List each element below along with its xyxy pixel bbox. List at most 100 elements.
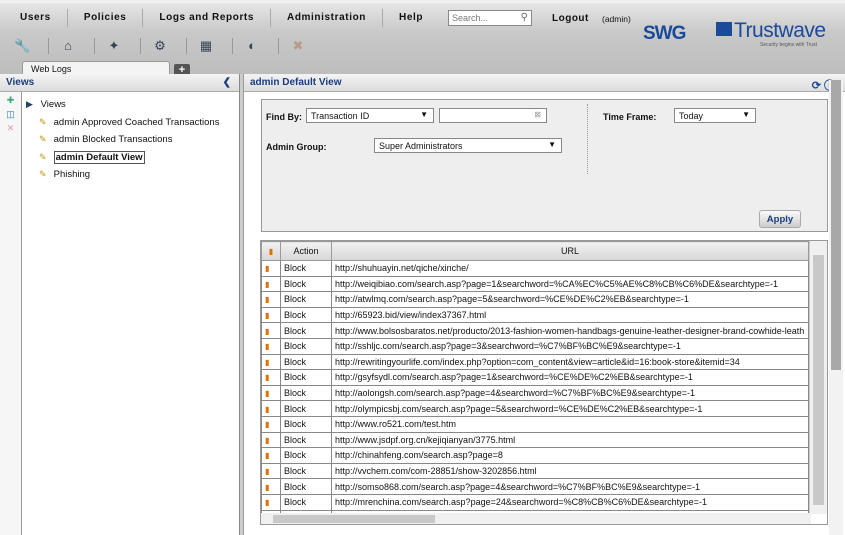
table-row[interactable]: ▮ Block http://chinahfeng.com/search.asp?p… bbox=[261, 447, 809, 464]
row-details-icon[interactable]: ▮ bbox=[261, 493, 281, 511]
admin-group-label: Admin Group: bbox=[266, 142, 327, 152]
find-value-input[interactable]: ⊠ bbox=[439, 108, 547, 123]
view-icon: ✎ bbox=[39, 116, 47, 127]
main-panel: admin Default View ⟳ ⓘ Find By: Transact… bbox=[244, 74, 845, 535]
table-row[interactable]: ▮ Block http://somso868.com/search.asp?pag… bbox=[261, 478, 809, 495]
table-row[interactable]: ▮ Block http://weiqibiao.com/search.asp?pa… bbox=[261, 275, 809, 293]
search-input[interactable]: Search... ⚲ bbox=[448, 10, 532, 26]
views-title: Views bbox=[6, 77, 35, 88]
action-cell: Block bbox=[280, 306, 332, 324]
admin-group-select[interactable]: Super Administrators ▼ bbox=[374, 138, 562, 153]
url-cell: http://olympicsbj.com/search.asp?page=5&… bbox=[331, 400, 809, 417]
gauge-icon[interactable]: ◐ bbox=[244, 38, 279, 54]
main-menu: Users Policies Logs and Reports Administ… bbox=[4, 8, 439, 28]
row-details-icon[interactable]: ▮ bbox=[261, 415, 281, 433]
home-icon[interactable]: ⌂ bbox=[60, 38, 95, 54]
row-details-icon[interactable]: ▮ bbox=[261, 291, 281, 308]
table-vertical-scrollbar[interactable] bbox=[809, 241, 827, 514]
time-frame-label: Time Frame: bbox=[603, 112, 657, 122]
tree-root[interactable]: ▶ Views bbox=[26, 96, 219, 114]
row-details-icon[interactable]: ▮ bbox=[261, 447, 281, 464]
menu-logs-and-reports[interactable]: Logs and Reports bbox=[143, 9, 272, 27]
time-frame-select[interactable]: Today ▼ bbox=[674, 108, 756, 123]
row-details-icon[interactable]: ▮ bbox=[261, 400, 281, 417]
table-horizontal-scrollbar[interactable] bbox=[261, 513, 811, 524]
view-item-selected[interactable]: ✎ admin Default View bbox=[26, 149, 219, 167]
refresh-icon[interactable]: ⟳ bbox=[812, 80, 821, 92]
clear-icon[interactable]: ⊠ bbox=[534, 110, 541, 119]
row-details-icon[interactable]: ▮ bbox=[261, 384, 281, 402]
view-icon: ✎ bbox=[39, 151, 47, 162]
table-row[interactable]: ▮ Block http://aolongsh.com/search.asp?pag… bbox=[261, 384, 809, 402]
table-row[interactable]: ▮ Block http://www.jsdpf.org.cn/kejiqianya… bbox=[261, 431, 809, 449]
table-row[interactable]: ▮ Block http://gsyfsydl.com/search.asp?pag… bbox=[261, 369, 809, 386]
row-details-icon[interactable]: ▮ bbox=[261, 306, 281, 324]
table-row[interactable]: ▮ Block http://shuhuayin.net/qiche/xinche/ bbox=[261, 260, 809, 277]
url-cell: http://shuhuayin.net/qiche/xinche/ bbox=[331, 260, 809, 277]
url-cell: http://weiqibiao.com/search.asp?page=1&s… bbox=[331, 275, 809, 293]
action-cell: Block bbox=[280, 493, 332, 511]
wrench-icon[interactable]: 🔧 bbox=[14, 38, 49, 54]
current-user: (admin) bbox=[602, 14, 631, 24]
views-tree: ▶ Views ✎ admin Approved Coached Transac… bbox=[26, 96, 219, 184]
url-cell: http://chinahfeng.com/search.asp?page=8 bbox=[331, 447, 809, 464]
servers-icon[interactable]: ▦ bbox=[198, 38, 233, 54]
menu-users[interactable]: Users bbox=[4, 9, 68, 27]
row-details-icon[interactable]: ▮ bbox=[261, 431, 281, 449]
view-item[interactable]: ✎ Phishing bbox=[26, 166, 219, 184]
table-row[interactable]: ▮ Block http://olympicsbj.com/search.asp?p… bbox=[261, 400, 809, 417]
action-cell: Block bbox=[280, 322, 332, 339]
table-row[interactable]: ▮ Block http://atwlmq.com/search.asp?page=… bbox=[261, 291, 809, 308]
column-chooser-icon[interactable]: ▮ bbox=[261, 241, 281, 261]
brand-logo: Trustwave bbox=[716, 19, 826, 43]
page-title: admin Default View bbox=[250, 77, 342, 88]
row-details-icon[interactable]: ▮ bbox=[261, 353, 281, 371]
url-cell: http://sshljc.com/search.asp?page=3&sear… bbox=[331, 337, 809, 355]
menu-help[interactable]: Help bbox=[383, 9, 439, 27]
tools-disabled-icon: ✖ bbox=[292, 38, 304, 53]
main-panel-header: admin Default View ⟳ ⓘ bbox=[244, 74, 845, 92]
row-details-icon[interactable]: ▮ bbox=[261, 337, 281, 355]
add-view-icon[interactable]: ✚ bbox=[0, 95, 21, 106]
main-vertical-scrollbar[interactable] bbox=[829, 80, 843, 535]
row-details-icon[interactable]: ▮ bbox=[261, 260, 281, 277]
row-details-icon[interactable]: ▮ bbox=[261, 369, 281, 386]
find-by-label: Find By: bbox=[266, 112, 302, 122]
row-details-icon[interactable]: ▮ bbox=[261, 462, 281, 480]
network-search-icon[interactable]: ⚙ bbox=[152, 38, 187, 54]
action-cell: Block bbox=[280, 260, 332, 277]
column-header-action[interactable]: Action bbox=[280, 241, 332, 261]
collapse-icon[interactable]: ❮ bbox=[223, 74, 231, 92]
table-row[interactable]: ▮ Block http://65923.bid/view/index37367.h… bbox=[261, 306, 809, 324]
views-panel-header: Views ❮ bbox=[0, 74, 239, 92]
table-row[interactable]: ▮ Block http://vvchem.com/com-28851/show-3… bbox=[261, 462, 809, 480]
view-item[interactable]: ✎ admin Blocked Transactions bbox=[26, 131, 219, 149]
views-panel: Views ❮ ✚ ◫ ✕ ▶ Views ✎ admin Approved Co… bbox=[0, 74, 240, 535]
menu-administration[interactable]: Administration bbox=[271, 9, 383, 27]
row-details-icon[interactable]: ▮ bbox=[261, 322, 281, 339]
filter-panel: Find By: Transaction ID ▼ ⊠ Admin Group: … bbox=[261, 99, 828, 232]
column-header-url[interactable]: URL bbox=[331, 241, 809, 261]
search-placeholder: Search... bbox=[452, 13, 489, 23]
url-cell: http://www.jsdpf.org.cn/kejiqianyan/3775… bbox=[331, 431, 809, 449]
table-row[interactable]: ▮ Block http://rewritingyourlife.com/index… bbox=[261, 353, 809, 371]
menu-policies[interactable]: Policies bbox=[68, 9, 144, 27]
view-item[interactable]: ✎ admin Approved Coached Transactions bbox=[26, 114, 219, 132]
apply-button[interactable]: Apply bbox=[759, 210, 801, 228]
logout-link[interactable]: Logout bbox=[552, 13, 589, 24]
wand-icon[interactable]: ✦ bbox=[106, 38, 141, 54]
action-cell: Block bbox=[280, 337, 332, 355]
url-cell: http://www.ro521.com/test.htm bbox=[331, 415, 809, 433]
delete-view-icon[interactable]: ✕ bbox=[0, 123, 21, 134]
row-details-icon[interactable]: ▮ bbox=[261, 275, 281, 293]
table-row[interactable]: ▮ Block http://www.bolsosbaratos.net/produ… bbox=[261, 322, 809, 339]
edit-view-icon[interactable]: ◫ bbox=[0, 109, 21, 120]
divider bbox=[587, 104, 588, 174]
table-row[interactable]: ▮ Block http://sshljc.com/search.asp?page=… bbox=[261, 337, 809, 355]
find-by-select[interactable]: Transaction ID ▼ bbox=[306, 108, 434, 123]
table-row[interactable]: ▮ Block http://www.ro521.com/test.htm bbox=[261, 415, 809, 433]
row-details-icon[interactable]: ▮ bbox=[261, 478, 281, 495]
search-icon[interactable]: ⚲ bbox=[521, 12, 528, 23]
toolbar: 🔧 ⌂ ✦ ⚙ ▦ ◐ ✖ bbox=[14, 38, 324, 54]
table-row[interactable]: ▮ Block http://mrenchina.com/search.asp?pa… bbox=[261, 493, 809, 511]
